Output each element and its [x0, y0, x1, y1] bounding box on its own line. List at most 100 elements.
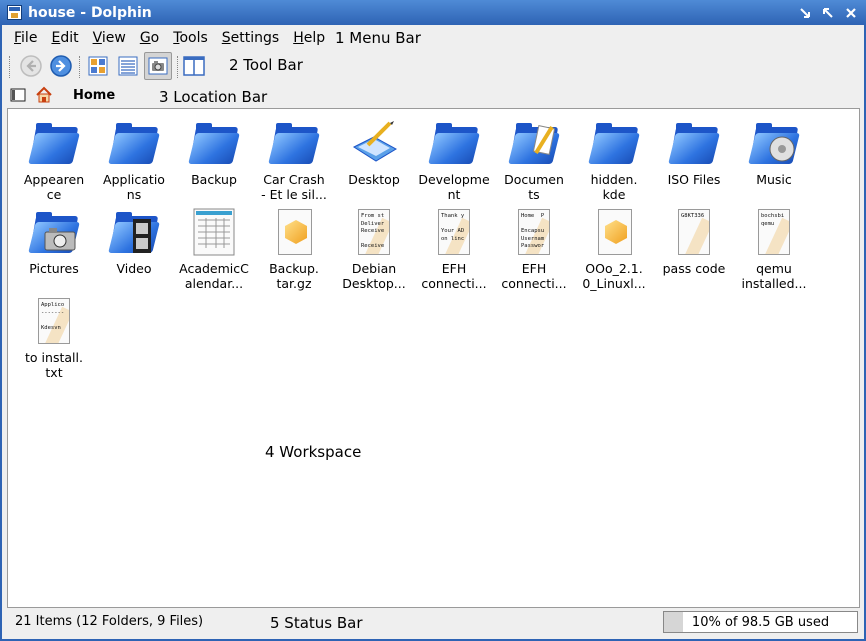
toggle-panel-button[interactable] — [10, 88, 26, 106]
toolbar-separator — [177, 56, 179, 78]
file-label: hidden. kde — [590, 172, 638, 202]
file-item[interactable]: From st Deliver Receive Receive Debian De… — [334, 208, 414, 291]
file-item[interactable]: Applico ------- Kdesvn to install. txt — [14, 297, 94, 380]
file-label: EFH connecti... — [421, 261, 487, 291]
menu-view[interactable]: View — [93, 30, 126, 46]
back-arrow-icon — [20, 55, 42, 77]
file-item[interactable]: Backup. tar.gz — [254, 208, 334, 291]
window-controls — [795, 3, 860, 22]
file-label: Backup — [191, 172, 237, 187]
file-label: OOo_2.1. 0_Linuxl... — [582, 261, 646, 291]
maximize-icon[interactable] — [818, 3, 837, 22]
file-item[interactable]: OOo_2.1. 0_Linuxl... — [574, 208, 654, 291]
dolphin-window: File Edit View Go Tools Settings Help 1 … — [0, 25, 866, 641]
file-item[interactable]: G8KT336 pass code — [654, 208, 734, 276]
home-icon — [36, 86, 52, 103]
file-label: Debian Desktop... — [342, 261, 406, 291]
music-folder-icon — [748, 119, 800, 167]
file-label: qemu installed... — [741, 261, 807, 291]
sidebar-toggle-icon — [10, 88, 26, 102]
spreadsheet-file-icon — [190, 208, 238, 256]
file-item[interactable]: Thank y Your AD on linc EFH connecti... — [414, 208, 494, 291]
file-item[interactable]: AcademicC alendar... — [174, 208, 254, 291]
home-button[interactable] — [35, 86, 53, 108]
package-file-icon — [270, 208, 318, 256]
forward-button[interactable] — [47, 52, 75, 80]
annotation-menu-bar: 1 Menu Bar — [335, 29, 421, 47]
file-label: to install. txt — [25, 350, 83, 380]
file-label: pass code — [662, 261, 726, 276]
annotation-tool-bar: 2 Tool Bar — [229, 56, 303, 74]
status-bar: 21 Items (12 Folders, 9 Files) 5 Status … — [7, 609, 860, 637]
text-file-icon: From st Deliver Receive Receive — [350, 208, 398, 256]
file-label: Developme nt — [418, 172, 490, 202]
folder-item[interactable]: Desktop — [334, 119, 414, 187]
close-icon[interactable] — [841, 3, 860, 22]
folder-item[interactable]: Music — [734, 119, 814, 187]
folder-item[interactable]: Developme nt — [414, 119, 494, 202]
text-file-icon: G8KT336 — [670, 208, 718, 256]
folder-icon — [28, 119, 80, 167]
menu-go[interactable]: Go — [140, 30, 159, 46]
details-view-button[interactable] — [114, 52, 142, 80]
file-label: EFH connecti... — [501, 261, 567, 291]
package-file-icon — [590, 208, 638, 256]
text-file-icon: Applico ------- Kdesvn — [30, 297, 78, 345]
folder-item[interactable]: Pictures — [14, 208, 94, 276]
toolbar-separator — [9, 56, 11, 78]
folder-icon — [188, 119, 240, 167]
forward-arrow-icon — [50, 55, 72, 77]
folder-item[interactable]: ISO Files — [654, 119, 734, 187]
minimize-icon[interactable] — [795, 3, 814, 22]
menu-bar: File Edit View Go Tools Settings Help — [14, 27, 339, 49]
folder-item[interactable]: Appearen ce — [14, 119, 94, 202]
menu-file[interactable]: File — [14, 30, 37, 46]
file-label: Car Crash - Et le sil... — [261, 172, 327, 202]
annotation-workspace: 4 Workspace — [265, 443, 362, 461]
status-text: 21 Items (12 Folders, 9 Files) — [15, 614, 204, 629]
file-label: Applicatio ns — [103, 172, 165, 202]
text-file-icon: Home P Encapsu Usernam Passwor — [510, 208, 558, 256]
details-view-icon — [118, 56, 138, 76]
file-label: Documen ts — [504, 172, 564, 202]
split-view-icon — [183, 56, 205, 76]
preview-view-button[interactable] — [144, 52, 172, 80]
file-label: Video — [116, 261, 152, 276]
window-title: house - Dolphin — [28, 4, 152, 21]
folder-icon — [428, 119, 480, 167]
file-label: Appearen ce — [23, 172, 85, 202]
folder-item[interactable]: Backup — [174, 119, 254, 187]
toolbar-separator — [79, 56, 81, 78]
annotation-location-bar: 3 Location Bar — [159, 88, 268, 106]
documents-folder-icon — [508, 119, 560, 167]
icons-view-icon — [88, 56, 108, 76]
desktop-folder-icon — [350, 119, 398, 167]
back-button[interactable] — [17, 52, 45, 80]
folder-icon — [668, 119, 720, 167]
location-bar: Home — [7, 85, 857, 107]
file-label: ISO Files — [667, 172, 721, 187]
text-file-icon: Thank y Your AD on linc — [430, 208, 478, 256]
menu-tools[interactable]: Tools — [173, 30, 208, 46]
folder-item[interactable]: hidden. kde — [574, 119, 654, 202]
file-item[interactable]: bochsbi qemu qemu installed... — [734, 208, 814, 291]
menu-help[interactable]: Help — [293, 30, 325, 46]
preview-view-icon — [148, 57, 168, 75]
menu-edit[interactable]: Edit — [51, 30, 78, 46]
annotation-status-bar: 5 Status Bar — [270, 614, 363, 632]
folder-item[interactable]: Applicatio ns — [94, 119, 174, 202]
breadcrumb-home[interactable]: Home — [73, 88, 115, 103]
file-item[interactable]: Home P Encapsu Usernam Passwor EFH connec… — [494, 208, 574, 291]
split-view-button[interactable] — [180, 52, 208, 80]
menu-settings[interactable]: Settings — [222, 30, 279, 46]
file-label: Backup. tar.gz — [269, 261, 319, 291]
folder-item[interactable]: Video — [94, 208, 174, 276]
folder-icon — [268, 119, 320, 167]
file-label: Desktop — [348, 172, 400, 187]
file-label: Music — [756, 172, 792, 187]
window-titlebar[interactable]: house - Dolphin — [0, 0, 866, 25]
workspace-file-view[interactable]: Appearen ce Applicatio ns Backup Car Crash … — [7, 108, 860, 608]
folder-item[interactable]: Car Crash - Et le sil... — [254, 119, 334, 202]
folder-item[interactable]: Documen ts — [494, 119, 574, 202]
icons-view-button[interactable] — [84, 52, 112, 80]
